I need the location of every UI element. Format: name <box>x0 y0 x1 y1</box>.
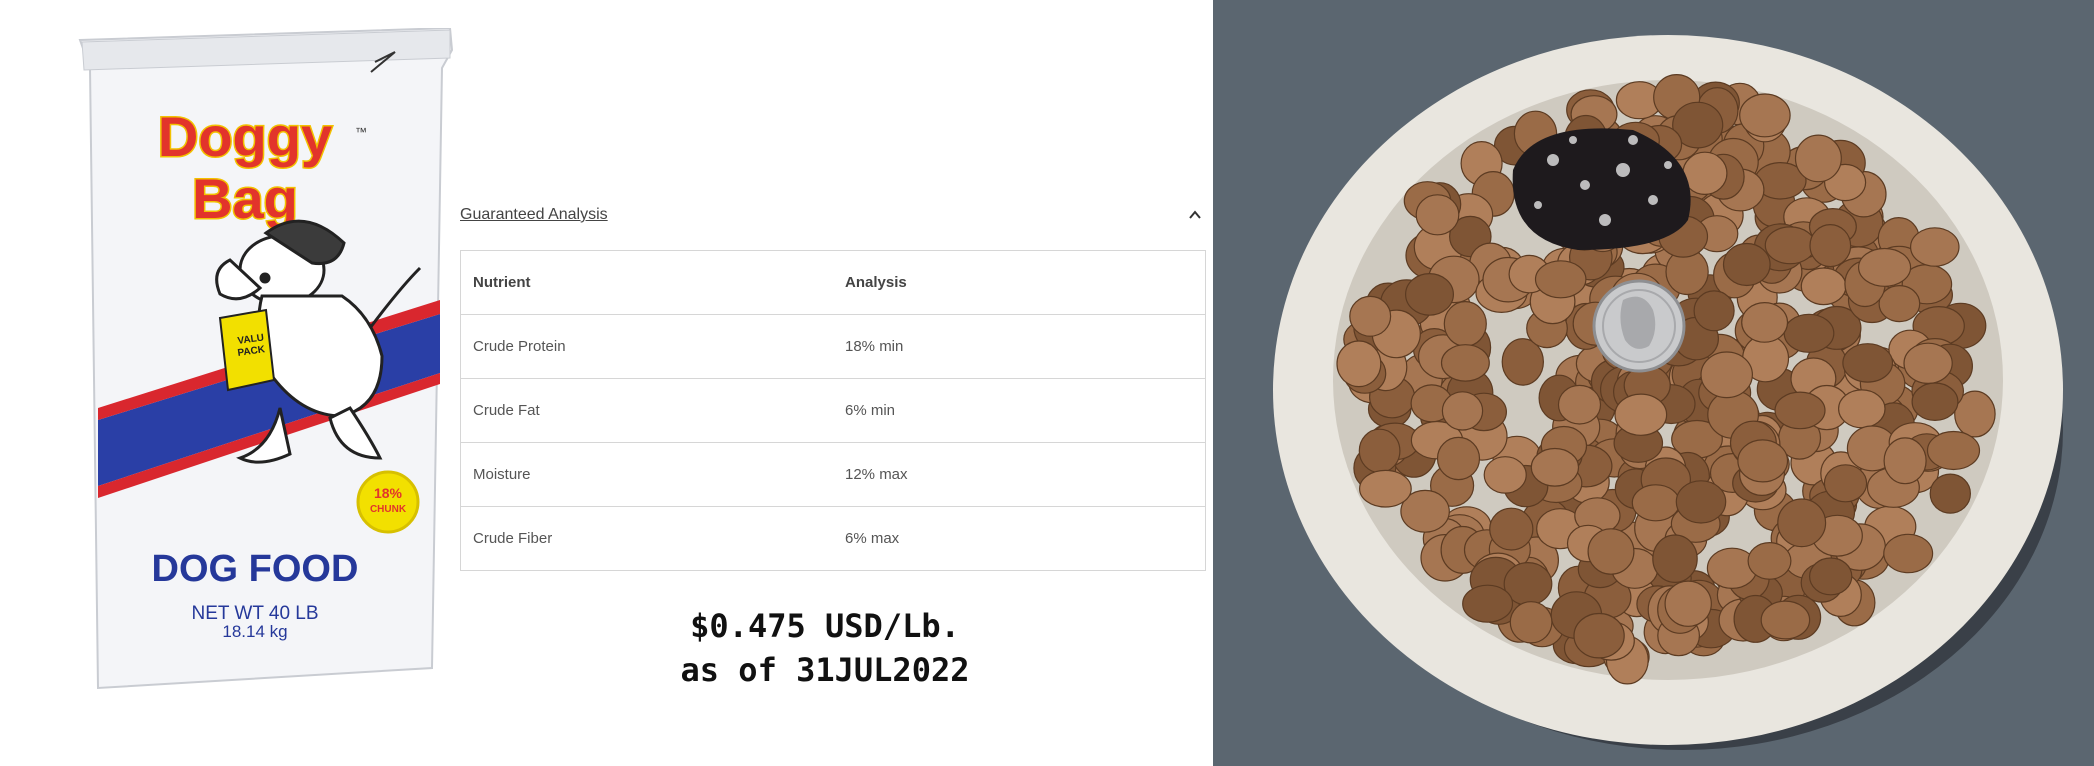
kibble-piece <box>1722 242 1771 287</box>
kibble-piece <box>1700 351 1754 399</box>
kibble-piece <box>1462 584 1514 623</box>
table-row: Moisture 12% max <box>460 442 1206 507</box>
kibble-piece <box>1739 93 1791 138</box>
kibble-piece <box>1883 437 1927 485</box>
kibble-piece <box>1837 389 1886 429</box>
analysis-cell: 6% min <box>833 378 1206 443</box>
column-header-nutrient: Nutrient <box>460 250 833 315</box>
svg-text:18%: 18% <box>374 485 403 501</box>
analysis-title-link[interactable]: Guaranteed Analysis <box>460 206 608 224</box>
nutrient-cell: Moisture <box>460 442 833 507</box>
table-row: Crude Fat 6% min <box>460 378 1206 443</box>
table-header-row: Nutrient Analysis <box>460 250 1206 315</box>
kibble-piece <box>1631 484 1681 522</box>
value-pack-bag-illustration: VALU PACK <box>218 308 276 392</box>
kibble-piece <box>1530 447 1580 487</box>
net-weight-label: NET WT 40 LB <box>191 603 318 624</box>
kibble-piece <box>1614 393 1668 436</box>
kibble-piece <box>1534 260 1587 299</box>
brand-title-line2: Bag <box>192 167 298 230</box>
analysis-cell: 6% max <box>833 506 1206 571</box>
kibble-piece <box>1358 428 1401 474</box>
kibble-piece <box>1883 533 1934 574</box>
kibble-piece <box>1842 343 1894 383</box>
kibble-piece <box>1693 290 1735 332</box>
kibble-piece <box>1741 302 1789 343</box>
kibble-piece <box>1557 384 1602 425</box>
kibble-piece <box>1777 498 1827 548</box>
kibble-piece <box>1336 340 1382 388</box>
kibble-piece <box>1652 534 1698 584</box>
svg-text:CHUNK: CHUNK <box>370 504 407 515</box>
kibble-piece <box>1783 313 1835 353</box>
chunk-percentage-badge: 18% CHUNK <box>356 470 420 534</box>
kibble-piece <box>1675 480 1727 524</box>
kibble-piece <box>1909 227 1960 267</box>
kibble-piece <box>1443 301 1487 347</box>
kibble-piece <box>1573 612 1625 659</box>
kibble-piece <box>1436 436 1481 481</box>
kibble-piece <box>1929 473 1972 514</box>
nutrient-cell: Crude Protein <box>460 314 833 379</box>
analysis-cell: 12% max <box>833 442 1206 507</box>
analysis-cell: 18% min <box>833 314 1206 379</box>
kibble-piece <box>1440 344 1490 382</box>
kibble-piece <box>1509 601 1553 644</box>
price-note: $0.475 USD/Lb. as of 31JUL2022 <box>620 604 1030 692</box>
kibble-piece <box>1926 430 1981 471</box>
product-category-label: DOG FOOD <box>152 548 359 590</box>
kibble-piece <box>1760 600 1811 640</box>
kibble-piece <box>1489 507 1534 551</box>
kibble-piece <box>1587 528 1635 575</box>
analysis-table: Nutrient Analysis Crude Protein 18% min … <box>460 250 1206 571</box>
column-header-analysis: Analysis <box>833 250 1206 315</box>
kibble-piece <box>1441 391 1484 431</box>
kibble-bowl-photo <box>1213 0 2094 766</box>
kibble-piece <box>1405 273 1455 316</box>
table-row: Crude Fiber 6% max <box>460 506 1206 571</box>
kibble-piece <box>1349 295 1392 337</box>
kibble-piece <box>1911 382 1959 422</box>
kibble-piece <box>1800 267 1847 306</box>
kibble-piece <box>1857 247 1912 287</box>
kibble-piece <box>1903 342 1953 384</box>
price-per-pound: $0.475 USD/Lb. <box>690 607 960 645</box>
kibble-piece <box>1358 469 1412 508</box>
nutrient-cell: Crude Fat <box>460 378 833 443</box>
net-weight-metric-label: 18.14 kg <box>222 622 287 641</box>
table-row: Crude Protein 18% min <box>460 314 1206 379</box>
price-date: as of 31JUL2022 <box>680 651 970 689</box>
trademark-mark: ™ <box>355 125 367 139</box>
nutrient-cell: Crude Fiber <box>460 506 833 571</box>
product-bag-image: Doggy Bag ™ VALU PACK 18% CHUNK DOG FOOD <box>70 28 470 693</box>
kibble-piece <box>1747 542 1792 580</box>
kibble-piece <box>1483 456 1527 494</box>
kibble-piece <box>1794 134 1842 183</box>
kibble-piece <box>1823 464 1868 503</box>
brand-title-line1: Doggy <box>158 105 332 168</box>
kibble-piece <box>1809 224 1852 268</box>
kibble-piece <box>1737 439 1789 483</box>
kibble-piece <box>1415 194 1460 236</box>
kibble-piece <box>1764 226 1816 265</box>
quarter-coin <box>1592 279 1686 373</box>
kibble-piece <box>1664 580 1712 627</box>
kibble-piece <box>1774 391 1826 430</box>
kibble-piece <box>1809 557 1853 596</box>
chevron-up-icon[interactable] <box>1184 204 1206 226</box>
kibble-piece <box>1878 285 1921 323</box>
guaranteed-analysis-panel: Guaranteed Analysis Nutrient Analysis Cr… <box>460 196 1206 571</box>
analysis-header[interactable]: Guaranteed Analysis <box>460 196 1206 234</box>
